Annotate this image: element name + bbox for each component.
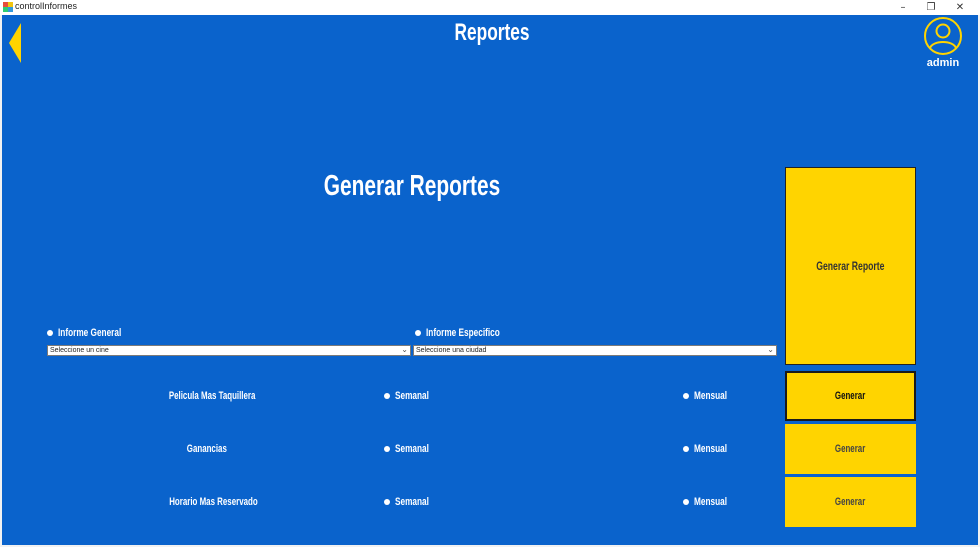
maximize-button[interactable]: ❐ [921,0,941,15]
username-label: admin [926,57,960,69]
report-row-label: Horario Mas Reservado [152,496,262,508]
monthly-label: Mensual [694,390,728,402]
city-select[interactable]: Seleccione una ciudad ⌄ [413,345,777,356]
cinema-select-value: Seleccione un cine [50,347,109,354]
general-report-label: Informe General [58,327,122,339]
report-row-label: Pelicula Mas Taquillera [152,390,262,402]
close-button[interactable]: ✕ [950,0,970,15]
radio-dot-icon [384,446,390,452]
report-row-label-text: Pelicula Mas Taquillera [168,390,256,402]
monthly-label: Mensual [694,443,728,455]
specific-report-radio[interactable]: Informe Especifico [415,327,524,339]
general-report-radio[interactable]: Informe General [47,327,142,339]
weekly-label: Semanal [395,443,429,455]
report-row-label: Ganancias [152,443,262,455]
minimize-button[interactable]: – [893,0,913,15]
section-title: Generar Reportes [323,170,501,202]
back-arrow-icon[interactable] [8,23,22,63]
generate-report-button[interactable]: Generar Reporte [785,167,916,365]
window-title: controlInformes [15,1,78,11]
weekly-radio[interactable]: Semanal [384,496,440,508]
monthly-radio[interactable]: Mensual [683,390,738,402]
window-titlebar: controlInformes – ❐ ✕ [0,0,980,15]
cinema-select[interactable]: Seleccione un cine ⌄ [47,345,411,356]
chevron-down-icon: ⌄ [401,345,408,354]
chevron-down-icon: ⌄ [767,345,774,354]
user-avatar-icon[interactable] [923,16,963,56]
report-row-label-text: Ganancias [186,443,228,455]
weekly-label: Semanal [395,496,429,508]
monthly-radio[interactable]: Mensual [683,443,738,455]
generate-button-label: Generar [835,496,866,508]
monthly-radio[interactable]: Mensual [683,496,738,508]
city-select-value: Seleccione una ciudad [416,347,487,354]
radio-dot-icon [384,499,390,505]
radio-dot-icon [683,446,689,452]
generate-button-label: Generar [835,390,866,402]
specific-report-label: Informe Especifico [426,327,500,339]
app-icon [3,2,13,12]
reports-panel: Reportes admin Generar Reportes Generar … [0,15,980,547]
page-title: Reportes [454,19,530,46]
radio-dot-icon [384,393,390,399]
monthly-label: Mensual [694,496,728,508]
generate-report-label: Generar Reporte [816,259,885,273]
radio-dot-icon [415,330,421,336]
radio-dot-icon [683,499,689,505]
weekly-radio[interactable]: Semanal [384,443,440,455]
weekly-label: Semanal [395,390,429,402]
generate-button[interactable]: Generar [785,424,916,474]
weekly-radio[interactable]: Semanal [384,390,440,402]
generate-button-label: Generar [835,443,866,455]
radio-dot-icon [683,393,689,399]
radio-dot-icon [47,330,53,336]
report-row-label-text: Horario Mas Reservado [169,496,258,508]
generate-button[interactable]: Generar [785,371,916,421]
generate-button[interactable]: Generar [785,477,916,527]
